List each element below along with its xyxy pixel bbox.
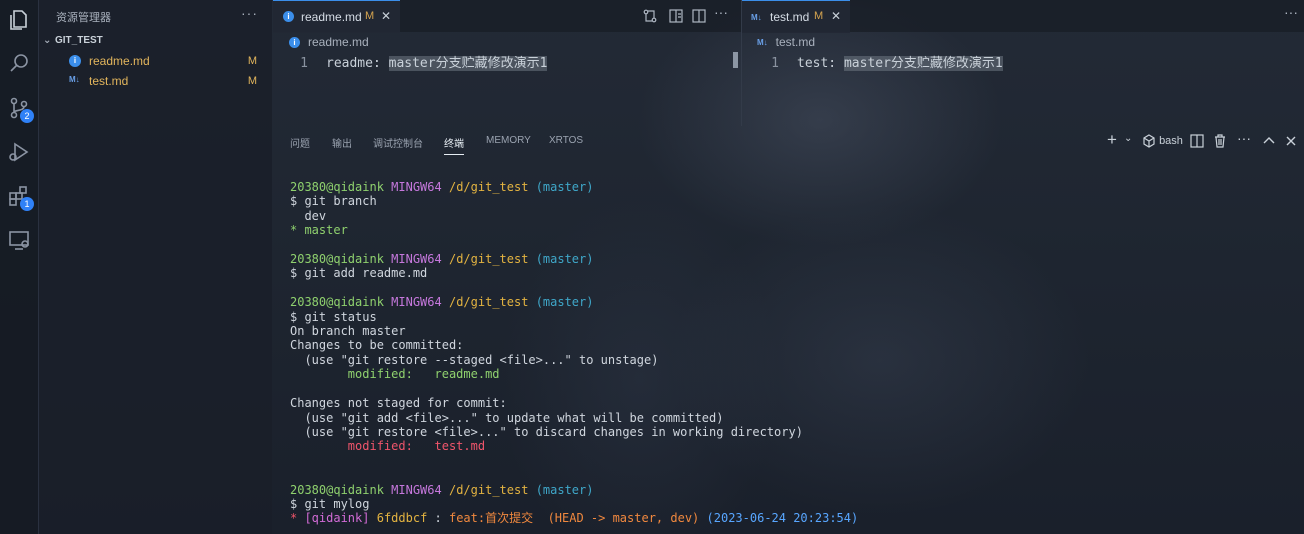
prompt-line: 20380@qidaink MINGW64 /d/git_test (maste… — [290, 295, 594, 310]
command-line: $ git mylog — [290, 496, 370, 511]
line-text: test: — [797, 56, 844, 71]
shell-label: bash — [1159, 134, 1183, 147]
info-icon: i — [283, 11, 294, 22]
tab-close-button[interactable]: ✕ — [381, 9, 391, 23]
search-icon[interactable] — [5, 50, 33, 78]
tab-label: test.md — [770, 10, 810, 24]
file-status: M — [247, 75, 257, 87]
output-line: (use "git restore --staged <file>..." to… — [290, 352, 659, 367]
line-text: readme: — [326, 56, 389, 71]
folder-git-test[interactable]: ⌄ GIT_TEST — [43, 35, 103, 46]
output-line: Changes not staged for commit: — [290, 396, 507, 411]
output-line: (use "git add <file>..." to update what … — [290, 410, 724, 425]
tab-test[interactable]: M↓ test.md M ✕ — [742, 0, 850, 33]
open-preview-icon[interactable] — [668, 8, 684, 24]
explorer-sidebar: 资源管理器 ··· ⌄ GIT_TEST i readme.md M M↓ tes… — [39, 0, 272, 534]
markdown-icon: M↓ — [757, 38, 768, 48]
source-control-icon[interactable]: 2 — [5, 94, 34, 123]
left-editor-tabbar: i readme.md M ✕ ··· — [273, 0, 741, 33]
cube-icon — [1143, 134, 1155, 148]
bash-terminal-selector[interactable]: bash — [1142, 134, 1183, 148]
extensions-badge: 1 — [20, 197, 34, 211]
run-debug-icon[interactable] — [5, 138, 33, 166]
line-highlight: master分支贮藏修改演示1 — [388, 56, 548, 71]
panel-more-button[interactable]: ··· — [1237, 130, 1251, 146]
code-line-left[interactable]: 1 readme: master分支贮藏修改演示1 — [286, 52, 548, 71]
breadcrumb-left[interactable]: i readme.md — [289, 35, 369, 49]
command-line: $ git branch — [290, 194, 377, 209]
code-line-right[interactable]: 1 test: master分支贮藏修改演示1 — [757, 52, 1003, 71]
output-line: * master — [290, 223, 348, 238]
prompt-line: 20380@qidaink MINGW64 /d/git_test (maste… — [290, 482, 594, 497]
explorer-icon[interactable] — [5, 6, 33, 34]
tab-output[interactable]: 输出 — [332, 135, 352, 150]
markdown-icon: M↓ — [69, 75, 80, 84]
source-control-badge: 2 — [20, 109, 34, 123]
info-icon: i — [289, 37, 300, 49]
output-line: modified: test.md — [290, 439, 486, 454]
split-terminal-icon[interactable] — [1190, 134, 1204, 151]
prompt-line: 20380@qidaink MINGW64 /d/git_test (maste… — [290, 180, 594, 194]
file-status: M — [247, 55, 257, 67]
breadcrumb-right[interactable]: M↓ test.md — [757, 35, 815, 49]
line-number: 1 — [300, 56, 308, 71]
tab-modified-indicator: M — [365, 10, 375, 22]
tab-modified-indicator: M — [814, 10, 824, 22]
file-item-readme[interactable]: i readme.md M — [69, 52, 269, 72]
sidebar-title: 资源管理器 — [56, 12, 111, 24]
window-more-button[interactable]: ··· — [1284, 4, 1300, 20]
trash-icon[interactable] — [1213, 134, 1227, 151]
tab-close-button[interactable]: ✕ — [831, 9, 841, 23]
breadcrumb-file: readme.md — [308, 35, 369, 49]
remote-explorer-icon[interactable] — [5, 226, 33, 254]
command-line: $ git status — [290, 309, 377, 324]
right-editor-tabbar: M↓ test.md M ✕ ··· — [742, 0, 1304, 33]
panel-tabbar: 问题 输出 调试控制台 终端 MEMORY XRTOS + ⌄ bash ··· — [273, 126, 1304, 156]
output-line: On branch master — [290, 324, 406, 339]
tab-debug-console[interactable]: 调试控制台 — [373, 135, 423, 150]
new-terminal-button[interactable]: + — [1107, 130, 1117, 150]
left-scrollbar[interactable] — [733, 52, 738, 68]
breadcrumb-file: test.md — [775, 35, 816, 49]
chevron-down-icon[interactable]: ⌄ — [1124, 133, 1132, 144]
activity-bar: 2 1 — [0, 0, 39, 534]
prompt-line: 20380@qidaink MINGW64 /d/git_test (maste… — [290, 252, 594, 267]
log-line: * [qidaink] 6fddbcf : feat:首次提交 (HEAD ->… — [290, 511, 859, 526]
extensions-icon[interactable]: 1 — [5, 182, 34, 211]
open-changes-icon[interactable] — [642, 8, 658, 24]
info-icon: i — [69, 55, 81, 67]
file-item-test[interactable]: M↓ test.md M — [69, 72, 269, 92]
output-line: dev — [290, 208, 327, 223]
output-line: Changes to be committed: — [290, 338, 464, 353]
tab-memory[interactable]: MEMORY — [486, 135, 531, 146]
maximize-panel-icon[interactable] — [1262, 134, 1276, 151]
tab-terminal[interactable]: 终端 — [444, 135, 464, 155]
output-line: (use "git restore <file>..." to discard … — [290, 424, 803, 439]
markdown-icon: M↓ — [751, 13, 762, 22]
file-name: test.md — [89, 74, 129, 88]
line-number: 1 — [771, 56, 779, 71]
file-name: readme.md — [89, 54, 150, 68]
chevron-down-icon: ⌄ — [43, 35, 52, 46]
folder-name: GIT_TEST — [55, 35, 103, 46]
editor-more-button[interactable]: ··· — [714, 4, 730, 20]
terminal-output[interactable]: 20380@qidaink MINGW64 /d/git_test (maste… — [290, 180, 858, 526]
close-panel-icon[interactable] — [1284, 134, 1298, 151]
output-line: modified: readme.md — [290, 367, 500, 382]
sidebar-more-button[interactable]: ··· — [241, 5, 258, 21]
command-line: $ git add readme.md — [290, 266, 428, 281]
line-highlight: master分支贮藏修改演示1 — [843, 56, 1003, 71]
tab-label: readme.md — [301, 10, 362, 24]
split-editor-icon[interactable] — [691, 8, 707, 24]
tab-readme[interactable]: i readme.md M ✕ — [273, 0, 400, 33]
tab-problems[interactable]: 问题 — [290, 135, 310, 150]
tab-xrtos[interactable]: XRTOS — [549, 135, 583, 146]
